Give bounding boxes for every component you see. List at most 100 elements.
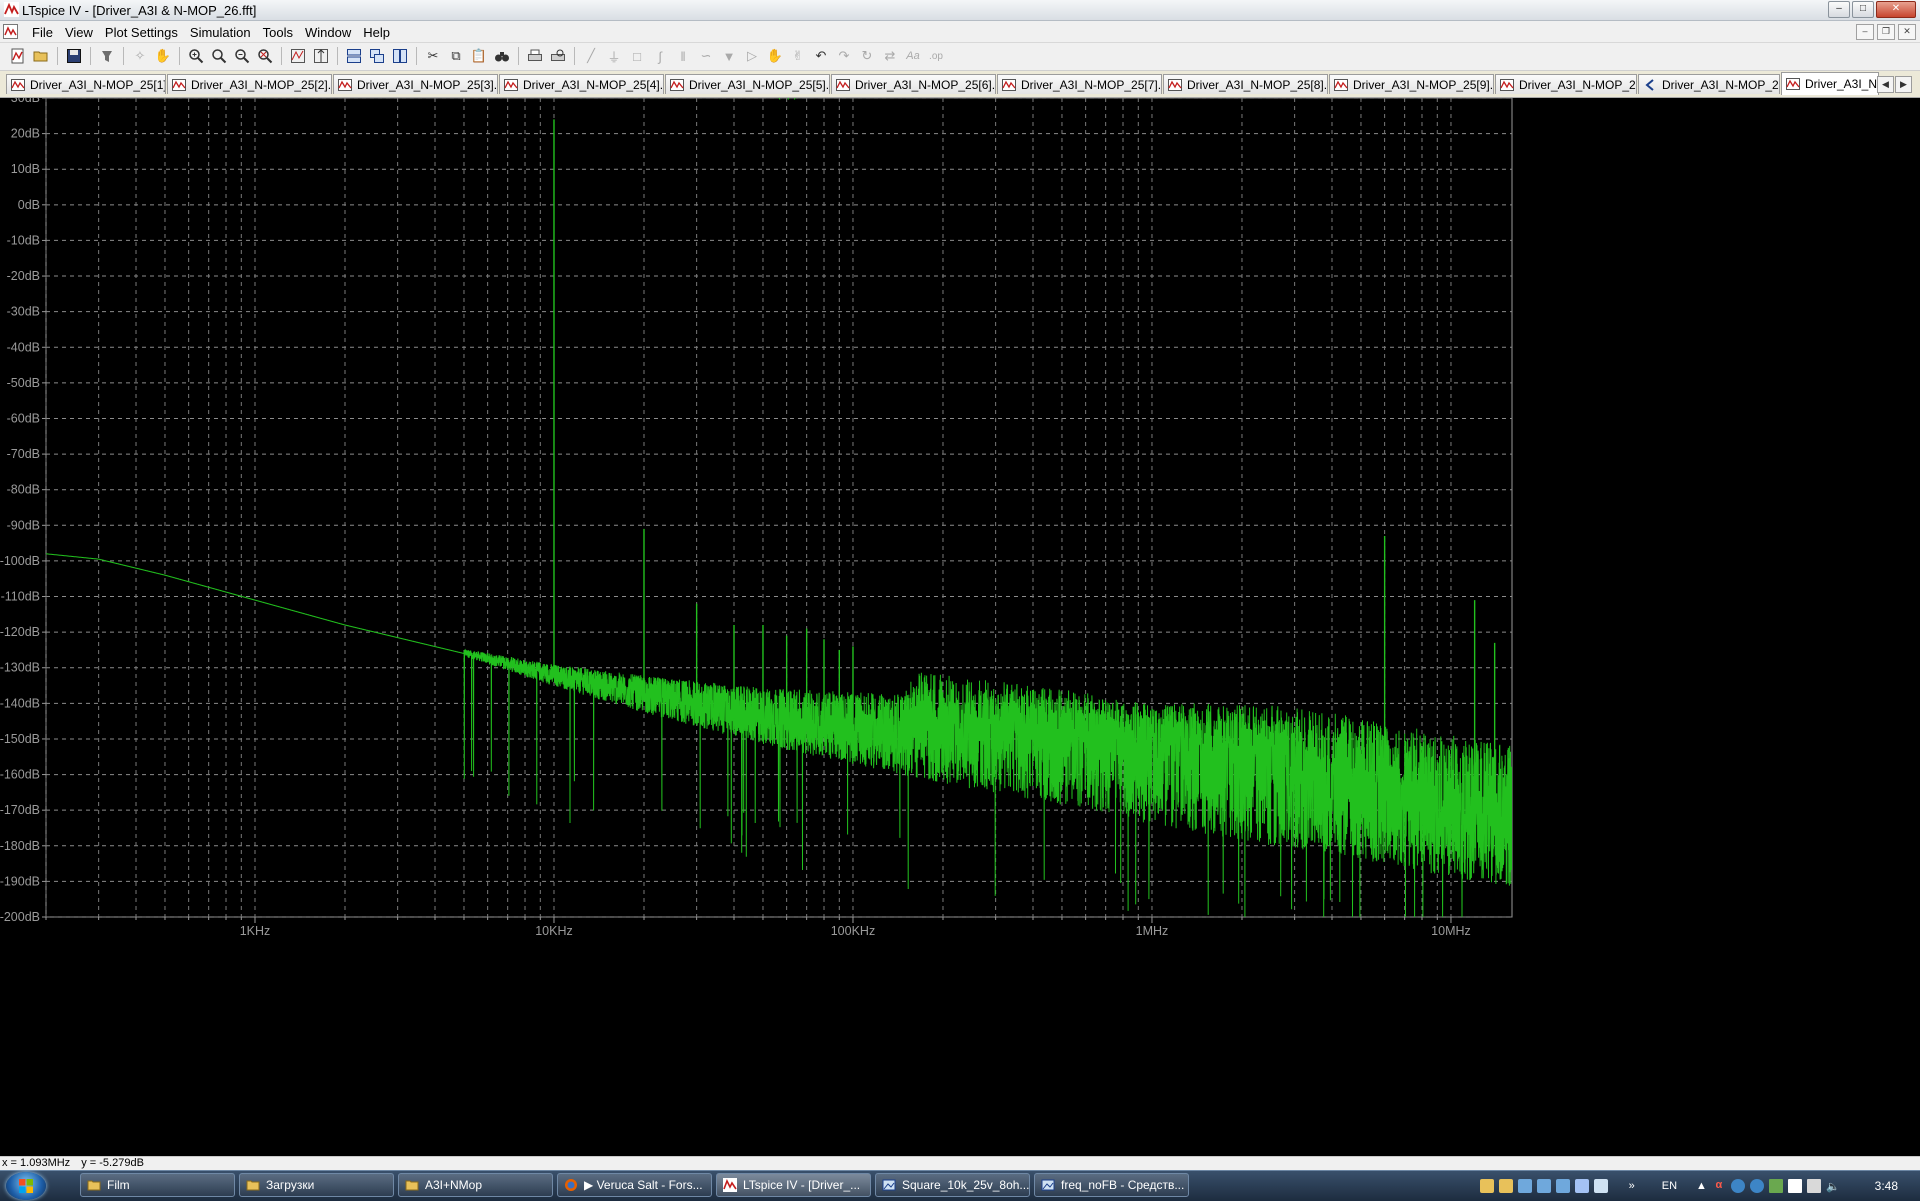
document-tab[interactable]: Driver_A3I_N-MOP_25[4].fft bbox=[499, 74, 664, 94]
run-icon[interactable]: ✧ bbox=[130, 46, 150, 66]
tray-volume-icon[interactable]: 🔈 bbox=[1826, 1180, 1840, 1193]
zoom-fit-icon[interactable] bbox=[255, 46, 275, 66]
taskbar-button[interactable]: freq_noFB - Средств... bbox=[1034, 1173, 1189, 1197]
tray-globe-icon[interactable] bbox=[1730, 1179, 1745, 1193]
language-indicator[interactable]: EN bbox=[1662, 1180, 1677, 1192]
tray-tool-icon[interactable] bbox=[1574, 1179, 1589, 1193]
capacitor-icon[interactable]: ‖ bbox=[673, 46, 693, 66]
tray-battery-icon[interactable] bbox=[1768, 1179, 1783, 1193]
inductor-icon[interactable]: ∽ bbox=[696, 46, 716, 66]
taskbar-button[interactable]: LTspice IV - [Driver_... bbox=[716, 1173, 871, 1197]
show-hidden-icons-icon[interactable]: ▲ bbox=[1696, 1180, 1707, 1192]
wire-icon[interactable]: ╱ bbox=[581, 46, 601, 66]
tab-label: Driver_A3I_N-MOP_25[9].fft bbox=[1353, 77, 1494, 92]
tray-antivirus-icon[interactable]: α bbox=[1712, 1179, 1726, 1193]
tray-recycle-bin-icon[interactable] bbox=[1593, 1179, 1608, 1193]
paste-icon[interactable]: 📋 bbox=[469, 46, 489, 66]
document-tab[interactable]: Driver_A3I_N-MOP_25[6].fft bbox=[831, 74, 996, 94]
document-tab[interactable]: Driver_A3I_N-MOP_25[9].fft bbox=[1329, 74, 1494, 94]
menu-plot-settings[interactable]: Plot Settings bbox=[99, 23, 184, 42]
tray-monitor-icon[interactable] bbox=[1517, 1179, 1532, 1193]
control-panel-icon[interactable] bbox=[97, 46, 117, 66]
y-tick-label: -160dB bbox=[0, 768, 40, 782]
zoom-in-icon[interactable] bbox=[186, 46, 206, 66]
document-tab[interactable]: Driver_A3I_N bbox=[1781, 72, 1879, 95]
menu-window[interactable]: Window bbox=[299, 23, 357, 42]
document-restore-button[interactable]: ❐ bbox=[1877, 24, 1895, 40]
fft-plot[interactable]: 30dB 20dB 10dB 0dB -10dB -20dB -30dB -40dB -50dB… bbox=[0, 98, 1920, 1156]
y-tick-label: -110dB bbox=[1, 590, 40, 604]
tray-action-center-icon[interactable] bbox=[1787, 1179, 1802, 1193]
rotate-icon[interactable]: ↻ bbox=[857, 46, 877, 66]
document-tab[interactable]: Driver_A3I_N-MOP_26 bbox=[1495, 74, 1637, 94]
label-icon[interactable]: □ bbox=[627, 46, 647, 66]
move-icon[interactable]: ✋ bbox=[765, 46, 785, 66]
document-close-button[interactable]: ✕ bbox=[1898, 24, 1916, 40]
menu-tools[interactable]: Tools bbox=[257, 23, 299, 42]
document-tab[interactable]: Driver_A3I_N-MOP_25[3].fft bbox=[333, 74, 498, 94]
diode-icon[interactable]: ▼ bbox=[719, 46, 739, 66]
taskbar-button[interactable]: Film bbox=[80, 1173, 235, 1197]
open-icon[interactable] bbox=[31, 46, 51, 66]
waveform-plot-pane[interactable]: 30dB 20dB 10dB 0dB -10dB -20dB -30dB -40dB -50dB… bbox=[0, 98, 1920, 1156]
drag-icon[interactable]: ✌ bbox=[788, 46, 808, 66]
minimize-button[interactable]: – bbox=[1828, 1, 1850, 18]
menu-file[interactable]: File bbox=[26, 23, 59, 42]
tray-app-icon[interactable] bbox=[1749, 1179, 1764, 1193]
mirror-icon[interactable]: ⇄ bbox=[880, 46, 900, 66]
tray-display-icon[interactable] bbox=[1555, 1179, 1570, 1193]
autorange-icon[interactable] bbox=[288, 46, 308, 66]
menu-view[interactable]: View bbox=[59, 23, 99, 42]
maximize-button[interactable]: □ bbox=[1852, 1, 1874, 18]
trace-label: V(sp) bbox=[768, 98, 798, 100]
taskbar-button[interactable]: A3I+NMop bbox=[398, 1173, 553, 1197]
tray-network-icon[interactable] bbox=[1536, 1179, 1551, 1193]
copy-icon[interactable]: ⧉ bbox=[446, 46, 466, 66]
find-icon[interactable] bbox=[492, 46, 512, 66]
tray-folder-icon[interactable] bbox=[1479, 1179, 1494, 1193]
print-preview-icon[interactable] bbox=[548, 46, 568, 66]
tile-horizontal-icon[interactable] bbox=[344, 46, 364, 66]
resistor-icon[interactable]: ∫ bbox=[650, 46, 670, 66]
clock[interactable]: 3:48 bbox=[1875, 1179, 1898, 1193]
document-tab[interactable]: Driver_A3I_N-MOP_25[7].fft bbox=[997, 74, 1162, 94]
document-tab[interactable]: Driver_A3I_N-MOP_26 bbox=[1638, 74, 1780, 94]
undo-icon[interactable]: ↶ bbox=[811, 46, 831, 66]
cascade-icon[interactable] bbox=[367, 46, 387, 66]
document-tab[interactable]: Driver_A3I_N-MOP_25[5].fft bbox=[665, 74, 830, 94]
menu-simulation[interactable]: Simulation bbox=[184, 23, 257, 42]
autorange-y-icon[interactable] bbox=[311, 46, 331, 66]
document-minimize-button[interactable]: – bbox=[1856, 24, 1874, 40]
document-tab[interactable]: Driver_A3I_N-MOP_25[2].fft bbox=[167, 74, 332, 94]
taskbar-button-label: LTspice IV - [Driver_... bbox=[743, 1178, 861, 1192]
document-tab[interactable]: Driver_A3I_N-MOP_25[1].fft bbox=[6, 74, 166, 94]
document-tab[interactable]: Driver_A3I_N-MOP_25[8].fft bbox=[1163, 74, 1328, 94]
text-icon[interactable]: Aa bbox=[903, 46, 923, 66]
quick-launch-overflow-icon[interactable]: » bbox=[1629, 1180, 1635, 1192]
tab-scroll-left-button[interactable]: ◀ bbox=[1877, 76, 1894, 93]
taskbar-button[interactable]: Загрузки bbox=[239, 1173, 394, 1197]
menu-help[interactable]: Help bbox=[357, 23, 396, 42]
spice-directive-icon[interactable]: .op bbox=[926, 46, 946, 66]
start-button[interactable] bbox=[6, 1172, 46, 1200]
close-button[interactable]: ✕ bbox=[1876, 1, 1916, 18]
document-system-menu-icon[interactable] bbox=[3, 24, 18, 39]
taskbar-button[interactable]: Square_10k_25v_8oh... bbox=[875, 1173, 1030, 1197]
image-viewer-icon bbox=[882, 1179, 896, 1191]
tray-network-status-icon[interactable] bbox=[1806, 1179, 1821, 1193]
cut-icon[interactable]: ✂ bbox=[423, 46, 443, 66]
halt-icon[interactable]: ✋ bbox=[153, 46, 173, 66]
new-schematic-icon[interactable] bbox=[8, 46, 28, 66]
y-tick-label: -100dB bbox=[0, 554, 40, 568]
tray-explorer-icon[interactable] bbox=[1498, 1179, 1513, 1193]
save-icon[interactable] bbox=[64, 46, 84, 66]
component-icon[interactable]: ▷ bbox=[742, 46, 762, 66]
redo-icon[interactable]: ↷ bbox=[834, 46, 854, 66]
ground-icon[interactable]: ⏚ bbox=[604, 46, 624, 66]
zoom-out-icon[interactable] bbox=[232, 46, 252, 66]
print-icon[interactable] bbox=[525, 46, 545, 66]
tab-scroll-right-button[interactable]: ▶ bbox=[1895, 76, 1912, 93]
zoom-area-icon[interactable] bbox=[209, 46, 229, 66]
taskbar-button[interactable]: ▶ Veruca Salt - Fors... bbox=[557, 1173, 712, 1197]
tile-vertical-icon[interactable] bbox=[390, 46, 410, 66]
